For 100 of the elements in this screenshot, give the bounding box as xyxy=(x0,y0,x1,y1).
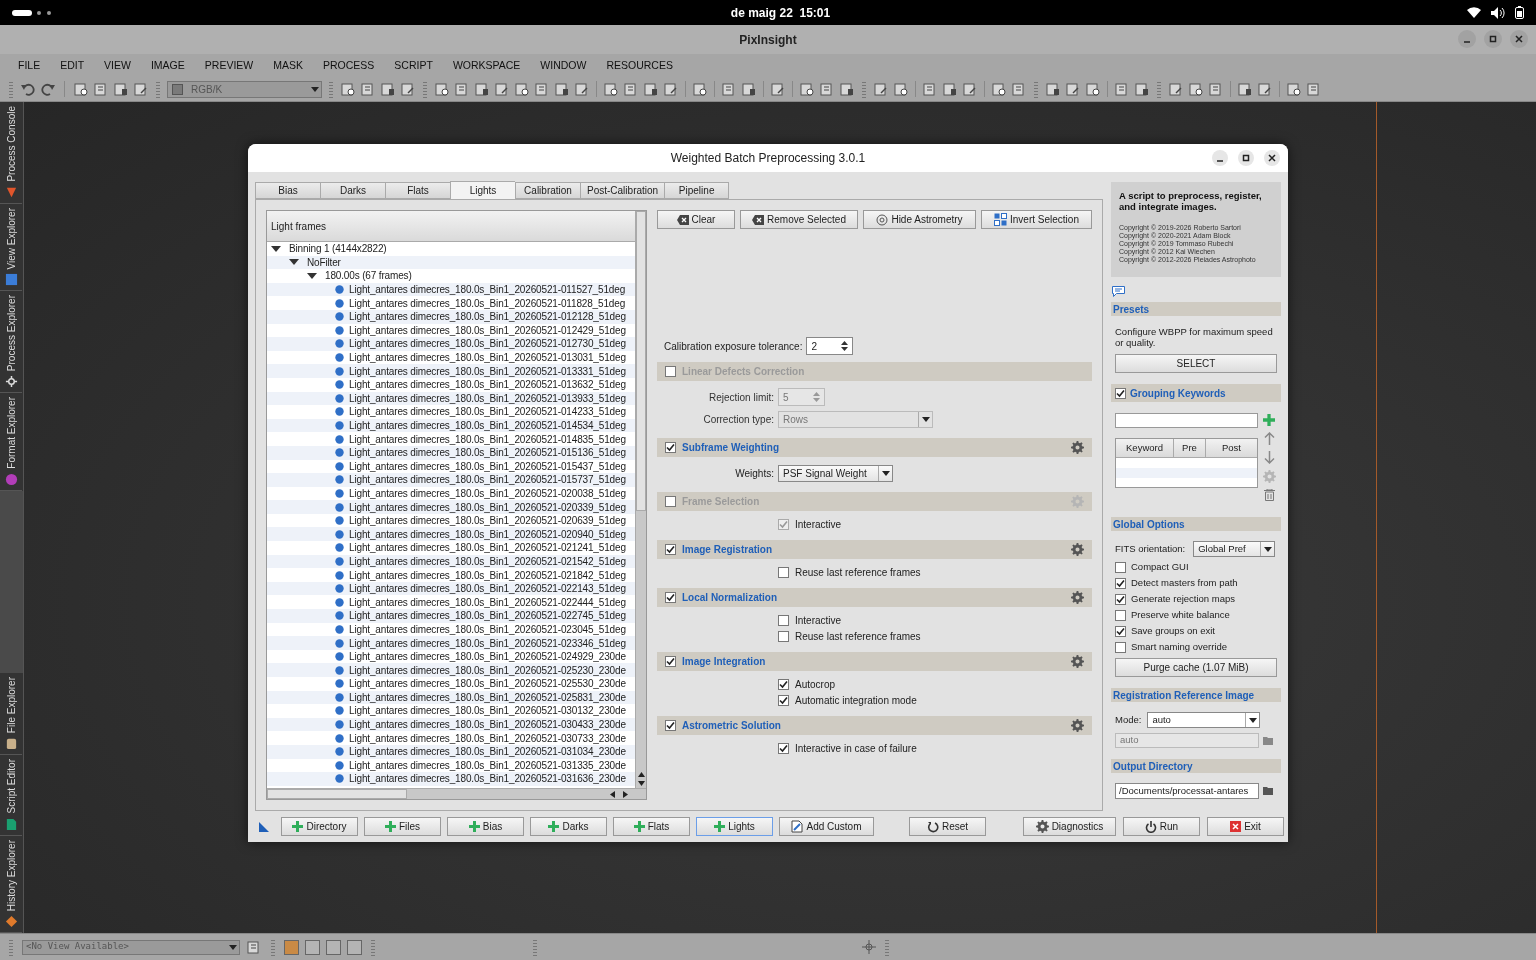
dropdown[interactable]: Global Pref xyxy=(1193,541,1276,557)
tool-icon[interactable] xyxy=(1257,81,1273,97)
gear-icon[interactable] xyxy=(1035,820,1049,833)
vertical-scrollbar[interactable] xyxy=(635,211,646,788)
menu-item[interactable]: IMAGE xyxy=(140,57,195,74)
tool-icon[interactable] xyxy=(603,81,619,97)
add-button[interactable]: Darks xyxy=(530,817,607,836)
checkbox[interactable] xyxy=(665,366,676,377)
side-tab[interactable]: Process Console xyxy=(0,102,22,204)
checkbox[interactable] xyxy=(778,694,789,706)
dropdown[interactable]: PSF Signal Weight xyxy=(778,464,893,482)
frame-file-row[interactable]: Light_antares dimecres_180.0s_Bin1_20260521-012730_51deg xyxy=(267,337,635,351)
scroll-down-icon[interactable] xyxy=(637,781,645,786)
checkbox[interactable] xyxy=(665,496,676,507)
tool-icon[interactable] xyxy=(434,81,450,97)
add-button[interactable]: Directory xyxy=(281,817,358,836)
checkbox[interactable] xyxy=(778,630,789,642)
tool-icon[interactable] xyxy=(1286,81,1302,97)
tool-icon[interactable] xyxy=(692,81,708,97)
tool-icon[interactable] xyxy=(873,81,889,97)
checkbox[interactable] xyxy=(778,614,789,626)
purge-cache-button[interactable]: Purge cache (1.07 MiB) xyxy=(1115,658,1277,677)
menu-item[interactable]: PROCESS xyxy=(313,57,385,74)
tab[interactable]: Post-Calibration xyxy=(580,182,665,199)
wifi-icon[interactable] xyxy=(1467,7,1481,18)
folder-icon[interactable] xyxy=(1263,787,1273,795)
frame-file-row[interactable]: Light_antares dimecres_180.0s_Bin1_20260521-020940_51deg xyxy=(267,527,635,542)
add-button[interactable]: Flats xyxy=(613,817,690,836)
add-button[interactable]: Files xyxy=(364,817,441,836)
menu-item[interactable]: PREVIEW xyxy=(194,57,264,74)
tool-icon[interactable] xyxy=(942,81,958,97)
keyword-input[interactable] xyxy=(1115,413,1258,428)
tool-icon[interactable] xyxy=(400,81,416,97)
frame-file-row[interactable]: Light_antares dimecres_180.0s_Bin1_20260521-020339_51deg xyxy=(267,500,635,514)
arrow-up-icon[interactable] xyxy=(1263,432,1275,445)
diagnostics-button[interactable]: Diagnostics xyxy=(1023,817,1116,836)
minimize-button[interactable] xyxy=(1458,30,1476,48)
menu-item[interactable]: SCRIPT xyxy=(384,57,443,74)
checkbox[interactable] xyxy=(1115,561,1126,573)
tool-icon[interactable] xyxy=(1188,81,1204,97)
undo-icon[interactable] xyxy=(20,82,36,96)
volume-icon[interactable] xyxy=(1491,6,1505,19)
checkbox[interactable] xyxy=(665,442,676,453)
tool-icon[interactable] xyxy=(1045,81,1061,97)
tab[interactable]: Darks xyxy=(320,182,385,199)
menu-item[interactable]: WORKSPACE xyxy=(442,57,531,74)
tool-icon[interactable] xyxy=(643,81,659,97)
tool-icon[interactable] xyxy=(113,81,129,97)
horizontal-scrollbar[interactable] xyxy=(267,788,646,799)
close-button[interactable] xyxy=(1264,150,1280,166)
close-button[interactable] xyxy=(1510,30,1528,48)
checkbox[interactable] xyxy=(665,544,676,555)
gear-icon[interactable] xyxy=(1071,655,1084,668)
color-swatch[interactable] xyxy=(326,939,341,955)
run-button[interactable]: Run xyxy=(1123,817,1200,836)
tool-icon[interactable] xyxy=(991,81,1007,97)
tool-icon[interactable] xyxy=(770,81,786,97)
tool-icon[interactable] xyxy=(474,81,490,97)
tab[interactable]: Calibration xyxy=(515,182,580,199)
menu-item[interactable]: MASK xyxy=(263,57,313,74)
dropdown[interactable]: auto xyxy=(1147,712,1261,728)
tab[interactable]: Pipeline xyxy=(664,182,730,199)
gear-icon[interactable] xyxy=(1071,719,1084,732)
crosshair-icon[interactable] xyxy=(862,940,876,954)
spin-field[interactable]: 2 xyxy=(806,337,854,355)
gear-icon[interactable] xyxy=(1071,441,1084,454)
tool-icon[interactable] xyxy=(574,81,590,97)
tool-icon[interactable] xyxy=(514,81,530,97)
gear-icon[interactable] xyxy=(1071,543,1084,556)
action-button[interactable]: Hide Astrometry xyxy=(863,210,976,229)
frame-file-row[interactable]: Light_antares dimecres_180.0s_Bin1_20260521-023346_51deg xyxy=(267,636,635,650)
keywords-table[interactable]: Keyword Pre Post xyxy=(1115,438,1258,488)
scroll-right-icon[interactable] xyxy=(623,790,628,798)
side-tab[interactable]: Process Explorer xyxy=(0,291,22,394)
color-swatch[interactable] xyxy=(284,939,299,955)
tool-icon[interactable] xyxy=(73,81,89,97)
menu-item[interactable]: WINDOW xyxy=(530,57,597,74)
checkbox[interactable] xyxy=(665,720,676,731)
tool-icon[interactable] xyxy=(1237,81,1253,97)
tool-icon[interactable] xyxy=(380,81,396,97)
arrow-down-icon[interactable] xyxy=(1263,451,1275,464)
menu-item[interactable]: FILE xyxy=(18,57,51,74)
frame-file-row[interactable]: Light_antares dimecres_180.0s_Bin1_20260521-013331_51deg xyxy=(267,364,635,378)
tool-icon[interactable] xyxy=(893,81,909,97)
tab[interactable]: Bias xyxy=(255,182,320,199)
minimize-button[interactable] xyxy=(1212,150,1228,166)
checkbox[interactable] xyxy=(1115,609,1126,621)
checkbox[interactable] xyxy=(1115,593,1126,605)
tool-icon[interactable] xyxy=(340,81,356,97)
tool-icon[interactable] xyxy=(799,81,815,97)
checkbox[interactable] xyxy=(778,566,789,578)
tool-icon[interactable] xyxy=(663,81,679,97)
select-button[interactable]: SELECT xyxy=(1115,354,1277,373)
reference-path-field[interactable]: auto xyxy=(1115,733,1259,748)
action-button[interactable]: Clear xyxy=(657,210,735,229)
tab[interactable]: Lights xyxy=(450,181,515,199)
checkbox[interactable] xyxy=(1115,387,1126,399)
tool-icon[interactable] xyxy=(133,81,149,97)
exit-button[interactable]: Exit xyxy=(1207,817,1284,836)
color-swatch[interactable] xyxy=(347,939,362,955)
